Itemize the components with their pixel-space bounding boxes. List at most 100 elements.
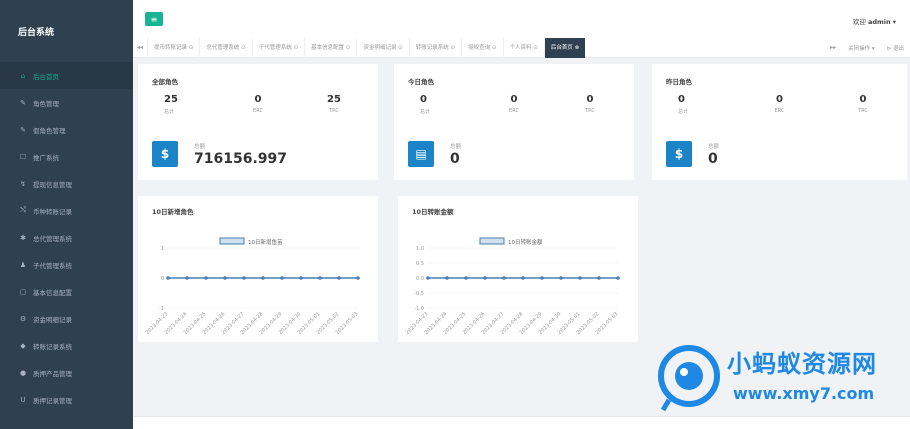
- tab[interactable]: 转账记录系统 ⊙: [408, 37, 461, 58]
- tab-list: 提币转账记录 ⊙ 总代管理系统 ⊙ 子代管理系统 ⊙ 基本信息配置 ⊙ 资金明细记录 ⊙…: [147, 37, 824, 58]
- stat-panel-yesterday: 昨日角色 0 总计 0 ERC 0 TRC $ 总额 0: [652, 64, 907, 180]
- y-tick-label: -1.0: [414, 306, 424, 312]
- close-ops-dropdown[interactable]: 关闭操作 ▾: [842, 44, 881, 52]
- stat-value: 25: [164, 94, 178, 105]
- tabs-scroll-right-button[interactable]: ▸▸: [824, 44, 842, 51]
- sidebar-item[interactable]: ⌂ 后台首页: [0, 62, 133, 89]
- tab[interactable]: 提币转账记录 ⊙: [147, 37, 199, 58]
- menu-toggle-button[interactable]: ≡: [145, 12, 163, 26]
- data-point: [299, 276, 303, 280]
- comment-icon: ●: [19, 368, 27, 377]
- sidebar-item[interactable]: ⚙ 资金明细记录: [0, 305, 133, 332]
- sidebar-item-label: 质押产品管理: [33, 369, 72, 378]
- tab[interactable]: 总代管理系统 ⊙: [199, 37, 251, 58]
- tab[interactable]: 后台首页 ⊗: [543, 37, 586, 58]
- stat-label: 总计: [164, 109, 175, 115]
- user-menu[interactable]: 欢迎 admin ▾: [853, 16, 896, 26]
- archive-icon: ▤: [408, 141, 434, 167]
- sidebar-item[interactable]: ▢ 基本信息配置: [0, 278, 133, 305]
- sidebar-item[interactable]: ✎ 角色管理: [0, 89, 133, 116]
- sidebar-item-label: 转账记录系统: [33, 342, 72, 351]
- data-point: [502, 276, 506, 280]
- sidebar-nav: ⌂ 后台首页 ✎ 角色管理 ✎ 假角色管理 ☐ 推广系统 ↯ 提现信息管理 ⤭ 币种转账记录 ✱ 总代管理…: [0, 62, 133, 413]
- tab[interactable]: 授权查询 ⊙: [461, 37, 502, 58]
- chart-legend: 10日转账金额: [479, 237, 543, 246]
- sidebar-item[interactable]: ● 质押产品管理: [0, 359, 133, 386]
- stat-total: 25 总计: [152, 94, 212, 115]
- stat-total: 0 总计: [666, 94, 726, 115]
- magnet-icon: U: [20, 395, 26, 404]
- hamburger-icon: ≡: [150, 14, 158, 24]
- data-point: [578, 276, 582, 280]
- legend-label: 10日转账金额: [508, 238, 543, 246]
- sidebar-item-label: 推广系统: [33, 153, 59, 162]
- data-point: [204, 276, 208, 280]
- money-label: 总额: [450, 143, 462, 150]
- stat-label: TRC: [585, 108, 595, 114]
- gear-icon: ✱: [20, 233, 26, 242]
- watermark: 小蚂蚁资源网 www.xmy7.com: [655, 340, 905, 420]
- sidebar-item[interactable]: ⤭ 币种转账记录: [0, 197, 133, 224]
- stat-erc: 0 ERC: [484, 94, 544, 115]
- sidebar-item-label: 子代管理系统: [33, 261, 72, 270]
- money-label: 总额: [708, 143, 720, 150]
- sidebar-item-label: 总代管理系统: [33, 234, 72, 243]
- welcome-text: 欢迎: [852, 18, 866, 26]
- data-point: [483, 276, 487, 280]
- panel-title: 昨日角色: [666, 78, 692, 86]
- stat-label: ERC: [253, 108, 263, 114]
- stat-trc: 0 TRC: [833, 94, 893, 115]
- legend-swatch: [219, 237, 245, 245]
- username: admin: [867, 18, 891, 26]
- data-point: [597, 276, 601, 280]
- stats-row: 0 总计 0 ERC 0 TRC: [408, 94, 620, 115]
- stat-value: 0: [859, 94, 867, 105]
- file-icon: ▢: [19, 287, 27, 296]
- sidebar-item[interactable]: U 质押记录管理: [0, 386, 133, 413]
- data-point: [166, 276, 170, 280]
- tab[interactable]: 子代管理系统 ⊙: [251, 37, 304, 58]
- money-value: 0: [708, 150, 718, 167]
- sidebar-item[interactable]: ◆ 转账记录系统: [0, 332, 133, 359]
- sidebar-item[interactable]: ↯ 提现信息管理: [0, 170, 133, 197]
- app-title: 后台系统: [18, 27, 55, 38]
- stat-label: 总计: [678, 109, 689, 115]
- chart-panel-transfer-amount: 10日转账金额 10日转账金额 1.0 0.5 0.0 -0.5 -1.0 2023-04-…: [398, 196, 638, 342]
- data-point: [185, 276, 189, 280]
- sidebar-item[interactable]: ☐ 推广系统: [0, 143, 133, 170]
- logout-button[interactable]: ⊳ 退出: [881, 44, 910, 52]
- stats-row: 25 总计 0 ERC 25 TRC: [152, 94, 364, 115]
- wrench-icon: ✎: [20, 125, 26, 134]
- money-summary: ▤ 总额 0: [408, 141, 461, 167]
- stat-panel-all: 全部角色 25 总计 0 ERC 25 TRC $ 总额 716156.997: [138, 64, 378, 180]
- shuffle-icon: ⤭: [20, 206, 26, 214]
- users-icon: ♟: [19, 260, 27, 269]
- money-value: 0: [450, 150, 460, 167]
- data-point: [464, 276, 468, 280]
- stat-total: 0 总计: [408, 94, 468, 115]
- data-point: [223, 276, 227, 280]
- tab[interactable]: 个人资料 ⊙: [502, 37, 544, 58]
- sidebar-item[interactable]: ✱ 总代管理系统: [0, 224, 133, 251]
- cogs-icon: ⚙: [19, 314, 27, 323]
- stat-erc: 0 ERC: [750, 94, 810, 115]
- stat-label: TRC: [329, 108, 339, 114]
- data-point: [280, 276, 284, 280]
- stat-label: ERC: [509, 108, 519, 114]
- data-point: [242, 276, 246, 280]
- sidebar-item-label: 基本信息配置: [33, 288, 72, 297]
- sidebar-item[interactable]: ✎ 假角色管理: [0, 116, 133, 143]
- tabs-scroll-left-button[interactable]: ◂◂: [133, 44, 147, 51]
- chart-panel-new-roles: 10日新增角色 10日新增鱼苗 1 0 -1 2023-04-23 2023-04-24 2…: [138, 196, 378, 342]
- tab[interactable]: 基本信息配置 ⊙: [304, 37, 356, 58]
- stat-value: 0: [678, 94, 685, 105]
- stat-panel-today: 今日角色 0 总计 0 ERC 0 TRC ▤ 总额 0: [394, 64, 634, 180]
- y-tick-label: 0.0: [416, 276, 424, 282]
- money-label: 总额: [194, 143, 206, 150]
- data-point: [540, 276, 544, 280]
- y-tick-label: 0: [161, 276, 164, 282]
- stat-value: 0: [420, 94, 427, 105]
- tab[interactable]: 资金明细记录 ⊙: [356, 37, 408, 58]
- sidebar-item[interactable]: ♟ 子代管理系统: [0, 251, 133, 278]
- money-value: 716156.997: [194, 150, 287, 167]
